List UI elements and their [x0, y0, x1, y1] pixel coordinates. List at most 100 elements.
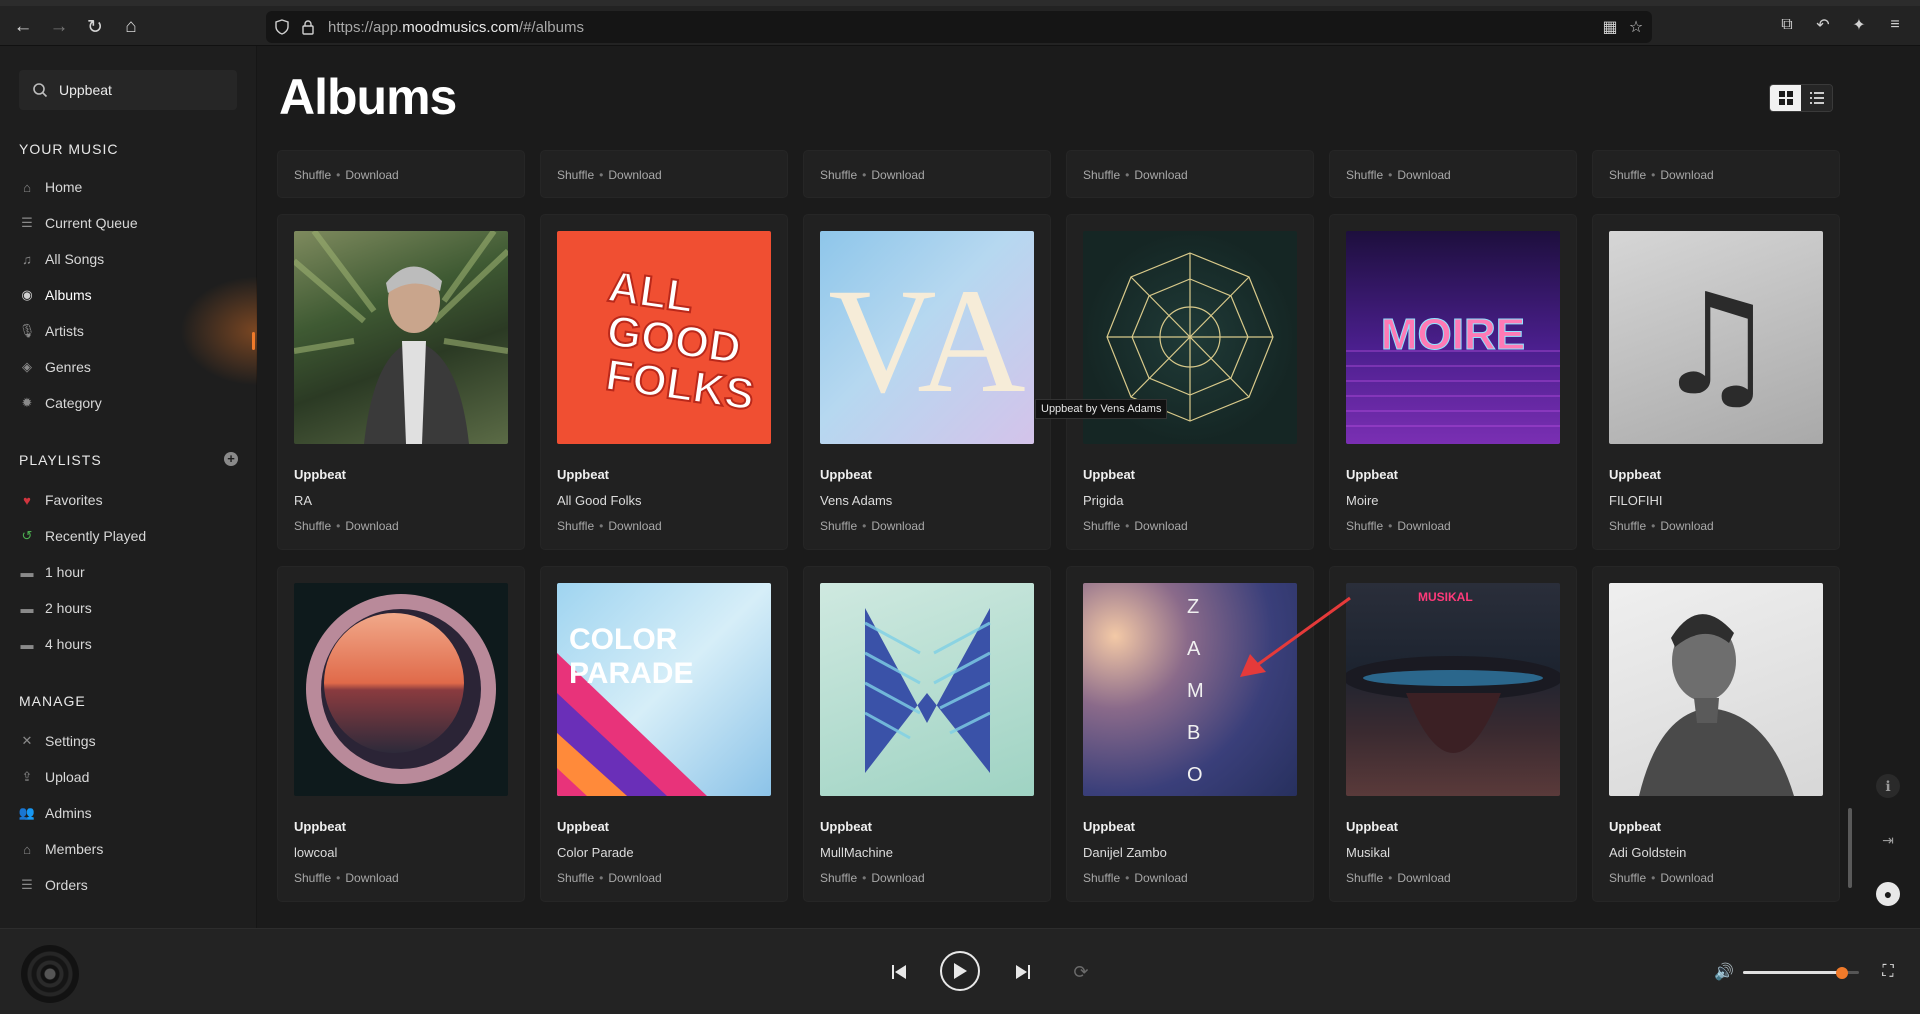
- album-name[interactable]: All Good Folks: [557, 493, 642, 508]
- volume-knob[interactable]: [1835, 967, 1848, 979]
- nav-category[interactable]: ✹ Category: [19, 390, 249, 416]
- avatar[interactable]: ●: [1876, 882, 1900, 906]
- shuffle-link[interactable]: Shuffle: [1346, 168, 1383, 182]
- nav-settings[interactable]: ✕ Settings: [19, 728, 249, 754]
- info-icon[interactable]: ℹ: [1876, 774, 1900, 798]
- nav-orders[interactable]: ☰ Orders: [19, 872, 249, 898]
- download-link[interactable]: Download: [345, 168, 398, 182]
- album-card-moire[interactable]: MOIRE Uppbeat Moire Shuffle • Download: [1329, 214, 1577, 550]
- fullscreen-icon[interactable]: ⛶: [1876, 957, 1900, 987]
- nav-genres[interactable]: ◈ Genres: [19, 354, 249, 380]
- shuffle-link[interactable]: Shuffle: [1346, 519, 1383, 533]
- download-link[interactable]: Download: [871, 168, 924, 182]
- album-card-all-good-folks[interactable]: ALL GOOD FOLKS Uppbeat All Good Folks Shuf…: [540, 214, 788, 550]
- album-card[interactable]: Shuffle • Download: [1066, 150, 1314, 198]
- back-icon[interactable]: ←: [10, 14, 36, 40]
- album-cover[interactable]: ALL GOOD FOLKS: [557, 231, 771, 444]
- album-card[interactable]: Shuffle • Download: [540, 150, 788, 198]
- album-card-color-parade[interactable]: COLOR PARADE Uppbeat Color Parade Shuffle…: [540, 566, 788, 902]
- previous-button[interactable]: [884, 957, 914, 987]
- crop-icon[interactable]: ⧉: [1776, 14, 1798, 36]
- shuffle-link[interactable]: Shuffle: [1083, 871, 1120, 885]
- album-artist[interactable]: Uppbeat: [294, 819, 346, 834]
- album-name[interactable]: Adi Goldstein: [1609, 845, 1686, 860]
- shuffle-link[interactable]: Shuffle: [557, 871, 594, 885]
- shuffle-link[interactable]: Shuffle: [1346, 871, 1383, 885]
- nav-all-songs[interactable]: ♫ All Songs: [19, 246, 249, 272]
- album-cover[interactable]: COLOR PARADE: [557, 583, 771, 796]
- nav-recently-played[interactable]: ↺ Recently Played: [19, 523, 249, 549]
- nav-2-hours[interactable]: ▬ 2 hours: [19, 595, 249, 621]
- album-card-vens-adams[interactable]: VA Uppbeat Vens Adams Shuffle • Download: [803, 214, 1051, 550]
- nav-1-hour[interactable]: ▬ 1 hour: [19, 559, 249, 585]
- logout-icon[interactable]: ⇥: [1876, 828, 1900, 852]
- download-link[interactable]: Download: [608, 871, 661, 885]
- nav-current-queue[interactable]: ☰ Current Queue: [19, 210, 249, 236]
- qr-code-icon[interactable]: ▦: [1599, 16, 1621, 38]
- album-name[interactable]: lowcoal: [294, 845, 337, 860]
- album-name[interactable]: Prigida: [1083, 493, 1123, 508]
- download-link[interactable]: Download: [345, 519, 398, 533]
- album-cover[interactable]: VA: [820, 231, 1034, 444]
- download-link[interactable]: Download: [608, 519, 661, 533]
- play-button[interactable]: [940, 951, 980, 991]
- extensions-icon[interactable]: ✦: [1848, 14, 1870, 36]
- shuffle-link[interactable]: Shuffle: [1609, 168, 1646, 182]
- album-card-adi-goldstein[interactable]: Uppbeat Adi Goldstein Shuffle • Download: [1592, 566, 1840, 902]
- album-cover[interactable]: [294, 231, 508, 444]
- album-artist[interactable]: Uppbeat: [557, 819, 609, 834]
- download-link[interactable]: Download: [1660, 519, 1713, 533]
- shuffle-link[interactable]: Shuffle: [294, 519, 331, 533]
- album-cover[interactable]: [1609, 583, 1823, 796]
- album-artist[interactable]: Uppbeat: [557, 467, 609, 482]
- shuffle-link[interactable]: Shuffle: [820, 168, 857, 182]
- nav-admins[interactable]: 👥 Admins: [19, 800, 249, 826]
- album-card[interactable]: Shuffle • Download: [1592, 150, 1840, 198]
- list-view-button[interactable]: [1801, 85, 1832, 111]
- download-link[interactable]: Download: [1660, 168, 1713, 182]
- volume-slider[interactable]: [1743, 967, 1859, 979]
- download-link[interactable]: Download: [1397, 168, 1450, 182]
- download-link[interactable]: Download: [345, 871, 398, 885]
- address-bar[interactable]: https://app.moodmusics.com/#/albums ▦ ☆: [266, 11, 1652, 43]
- shuffle-link[interactable]: Shuffle: [820, 519, 857, 533]
- album-cover[interactable]: MOIRE: [1346, 231, 1560, 444]
- shuffle-link[interactable]: Shuffle: [294, 871, 331, 885]
- album-card[interactable]: Shuffle • Download: [277, 150, 525, 198]
- search-input[interactable]: [59, 79, 229, 101]
- album-artist[interactable]: Uppbeat: [820, 467, 872, 482]
- add-playlist-button[interactable]: +: [224, 452, 238, 466]
- shuffle-link[interactable]: Shuffle: [1609, 519, 1646, 533]
- nav-members[interactable]: ⌂ Members: [19, 836, 249, 862]
- nav-upload[interactable]: ⇪ Upload: [19, 764, 249, 790]
- album-card[interactable]: Shuffle • Download: [1329, 150, 1577, 198]
- shuffle-link[interactable]: Shuffle: [1083, 168, 1120, 182]
- repeat-icon[interactable]: ⟳: [1066, 957, 1096, 987]
- grid-view-button[interactable]: [1770, 85, 1801, 111]
- shuffle-link[interactable]: Shuffle: [1083, 519, 1120, 533]
- album-artist[interactable]: Uppbeat: [1346, 467, 1398, 482]
- album-artist[interactable]: Uppbeat: [1609, 467, 1661, 482]
- album-name[interactable]: Moire: [1346, 493, 1379, 508]
- download-link[interactable]: Download: [871, 519, 924, 533]
- album-card-filofihi[interactable]: ♫ Uppbeat FILOFIHI Shuffle • Download: [1592, 214, 1840, 550]
- album-artist[interactable]: Uppbeat: [820, 819, 872, 834]
- volume-icon[interactable]: 🔊: [1712, 957, 1736, 987]
- album-cover[interactable]: MUSIKAL: [1346, 583, 1560, 796]
- forward-icon[interactable]: →: [46, 14, 72, 40]
- album-cover[interactable]: ♫: [1609, 231, 1823, 444]
- download-link[interactable]: Download: [1134, 519, 1187, 533]
- reload-icon[interactable]: ↻: [82, 14, 108, 40]
- home-browser-icon[interactable]: ⌂: [118, 14, 144, 40]
- album-artist[interactable]: Uppbeat: [1083, 819, 1135, 834]
- album-artist[interactable]: Uppbeat: [1083, 467, 1135, 482]
- scrollbar-thumb[interactable]: [1848, 808, 1852, 888]
- shuffle-link[interactable]: Shuffle: [294, 168, 331, 182]
- download-link[interactable]: Download: [871, 871, 924, 885]
- download-link[interactable]: Download: [608, 168, 661, 182]
- nav-home[interactable]: ⌂ Home: [19, 174, 249, 200]
- download-link[interactable]: Download: [1134, 168, 1187, 182]
- next-button[interactable]: [1008, 957, 1038, 987]
- shuffle-link[interactable]: Shuffle: [557, 519, 594, 533]
- undo-icon[interactable]: ↶: [1812, 14, 1834, 36]
